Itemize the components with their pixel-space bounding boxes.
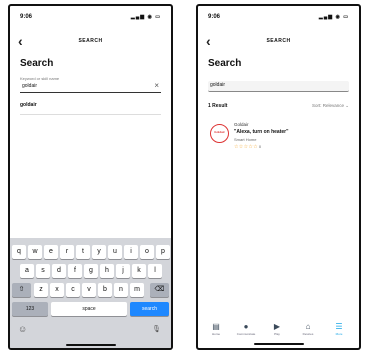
key-h[interactable]: h <box>100 264 114 278</box>
nav-title: SEARCH <box>266 38 291 44</box>
status-bar: 9:06 ▂▄▆ ◉ ▭ <box>208 14 349 24</box>
sort-dropdown[interactable]: Sort: Relevance ⌄ <box>312 103 349 109</box>
status-time: 9:06 <box>20 14 33 20</box>
page-title: Search <box>20 58 54 69</box>
star-rating: ☆☆☆☆☆0 <box>234 144 261 150</box>
key-w[interactable]: w <box>28 245 42 259</box>
home-icon: ▤ <box>212 322 220 331</box>
search-input[interactable]: goldair <box>208 81 349 92</box>
home-indicator <box>65 344 116 346</box>
divider <box>20 114 161 115</box>
skill-category: Smart Home <box>234 137 257 142</box>
page-title: Search <box>208 58 242 69</box>
keyboard: qwertyuiop asdfghjkl ⇧ ⌫ zxcvbnm 123 spa… <box>10 238 171 348</box>
keyboard-row-3: ⇧ ⌫ zxcvbnm <box>10 283 171 297</box>
logo-text: Goldair <box>214 130 225 134</box>
tab-communicate[interactable]: ● Communicate <box>232 322 260 336</box>
status-bar: 9:06 ▂▄▆ ◉ ▭ <box>20 14 161 24</box>
key-e[interactable]: e <box>44 245 58 259</box>
tab-label: Play <box>274 332 280 336</box>
result-count: 1 Result <box>208 103 228 109</box>
emoji-icon[interactable]: ☺ <box>18 324 27 334</box>
space-key[interactable]: space <box>51 302 127 316</box>
skill-invocation-phrase: "Alexa, turn on heater" <box>234 129 289 135</box>
tab-label: Devices <box>302 332 314 336</box>
key-r[interactable]: r <box>60 245 74 259</box>
rating-stars: ☆☆☆☆☆ <box>234 144 258 150</box>
tab-play[interactable]: ▶ Play <box>263 322 291 336</box>
key-t[interactable]: t <box>76 245 90 259</box>
more-icon: ☰ <box>335 322 343 331</box>
search-input-value[interactable]: goldair <box>22 83 37 89</box>
phone-screen-right: 9:06 ▂▄▆ ◉ ▭ ‹ SEARCH Search goldair 1 R… <box>196 4 361 350</box>
search-suggestion[interactable]: goldair <box>20 102 37 108</box>
keyboard-row-1: qwertyuiop <box>10 245 171 259</box>
search-input-value[interactable]: goldair <box>210 82 225 88</box>
key-x[interactable]: x <box>50 283 64 297</box>
tab-label: Home <box>211 332 220 336</box>
key-u[interactable]: u <box>108 245 122 259</box>
key-y[interactable]: y <box>92 245 106 259</box>
phone-screen-left: 9:06 ▂▄▆ ◉ ▭ ‹ SEARCH Search Keyword or … <box>8 4 173 350</box>
keyboard-row-4: 123 space search <box>10 302 171 316</box>
key-n[interactable]: n <box>114 283 128 297</box>
rating-count: 0 <box>258 144 262 149</box>
devices-icon: ⌂ <box>305 322 311 331</box>
nav-bar: ‹ SEARCH <box>198 33 359 50</box>
key-v[interactable]: v <box>82 283 96 297</box>
communicate-icon: ● <box>243 322 249 331</box>
key-i[interactable]: i <box>124 245 138 259</box>
shift-key[interactable]: ⇧ <box>12 283 31 297</box>
clear-icon[interactable]: × <box>154 81 159 90</box>
key-b[interactable]: b <box>98 283 112 297</box>
skill-result-card[interactable]: Goldair Goldair "Alexa, turn on heater" … <box>206 118 351 158</box>
numbers-key[interactable]: 123 <box>12 302 48 316</box>
tab-devices[interactable]: ⌂ Devices <box>294 322 322 336</box>
key-a[interactable]: a <box>20 264 34 278</box>
key-o[interactable]: o <box>140 245 154 259</box>
skill-name: Goldair <box>234 122 249 127</box>
keyboard-row-2: asdfghjkl <box>10 264 171 278</box>
status-time: 9:06 <box>208 14 221 20</box>
nav-bar: ‹ SEARCH <box>10 33 171 50</box>
key-c[interactable]: c <box>66 283 80 297</box>
tab-label: Communicate <box>236 332 256 336</box>
home-indicator <box>253 343 304 345</box>
status-indicators: ▂▄▆ ◉ ▭ <box>130 14 161 20</box>
key-p[interactable]: p <box>156 245 170 259</box>
tab-home[interactable]: ▤ Home <box>202 322 230 336</box>
key-k[interactable]: k <box>132 264 146 278</box>
search-input[interactable]: goldair × <box>20 81 161 93</box>
key-g[interactable]: g <box>84 264 98 278</box>
play-icon: ▶ <box>273 322 281 331</box>
key-m[interactable]: m <box>130 283 144 297</box>
status-indicators: ▂▄▆ ◉ ▭ <box>318 14 349 20</box>
backspace-key[interactable]: ⌫ <box>150 283 169 297</box>
search-field-label: Keyword or skill name <box>20 76 60 81</box>
nav-title: SEARCH <box>78 38 103 44</box>
key-q[interactable]: q <box>12 245 26 259</box>
key-s[interactable]: s <box>36 264 50 278</box>
key-l[interactable]: l <box>148 264 162 278</box>
skill-logo: Goldair <box>210 124 229 143</box>
microphone-icon[interactable]: 🎙 <box>152 325 161 333</box>
tab-more[interactable]: ☰ More <box>325 322 353 336</box>
search-key[interactable]: search <box>130 302 169 316</box>
key-d[interactable]: d <box>52 264 66 278</box>
key-j[interactable]: j <box>116 264 130 278</box>
key-z[interactable]: z <box>34 283 48 297</box>
key-f[interactable]: f <box>68 264 82 278</box>
tab-label: More <box>335 332 343 336</box>
